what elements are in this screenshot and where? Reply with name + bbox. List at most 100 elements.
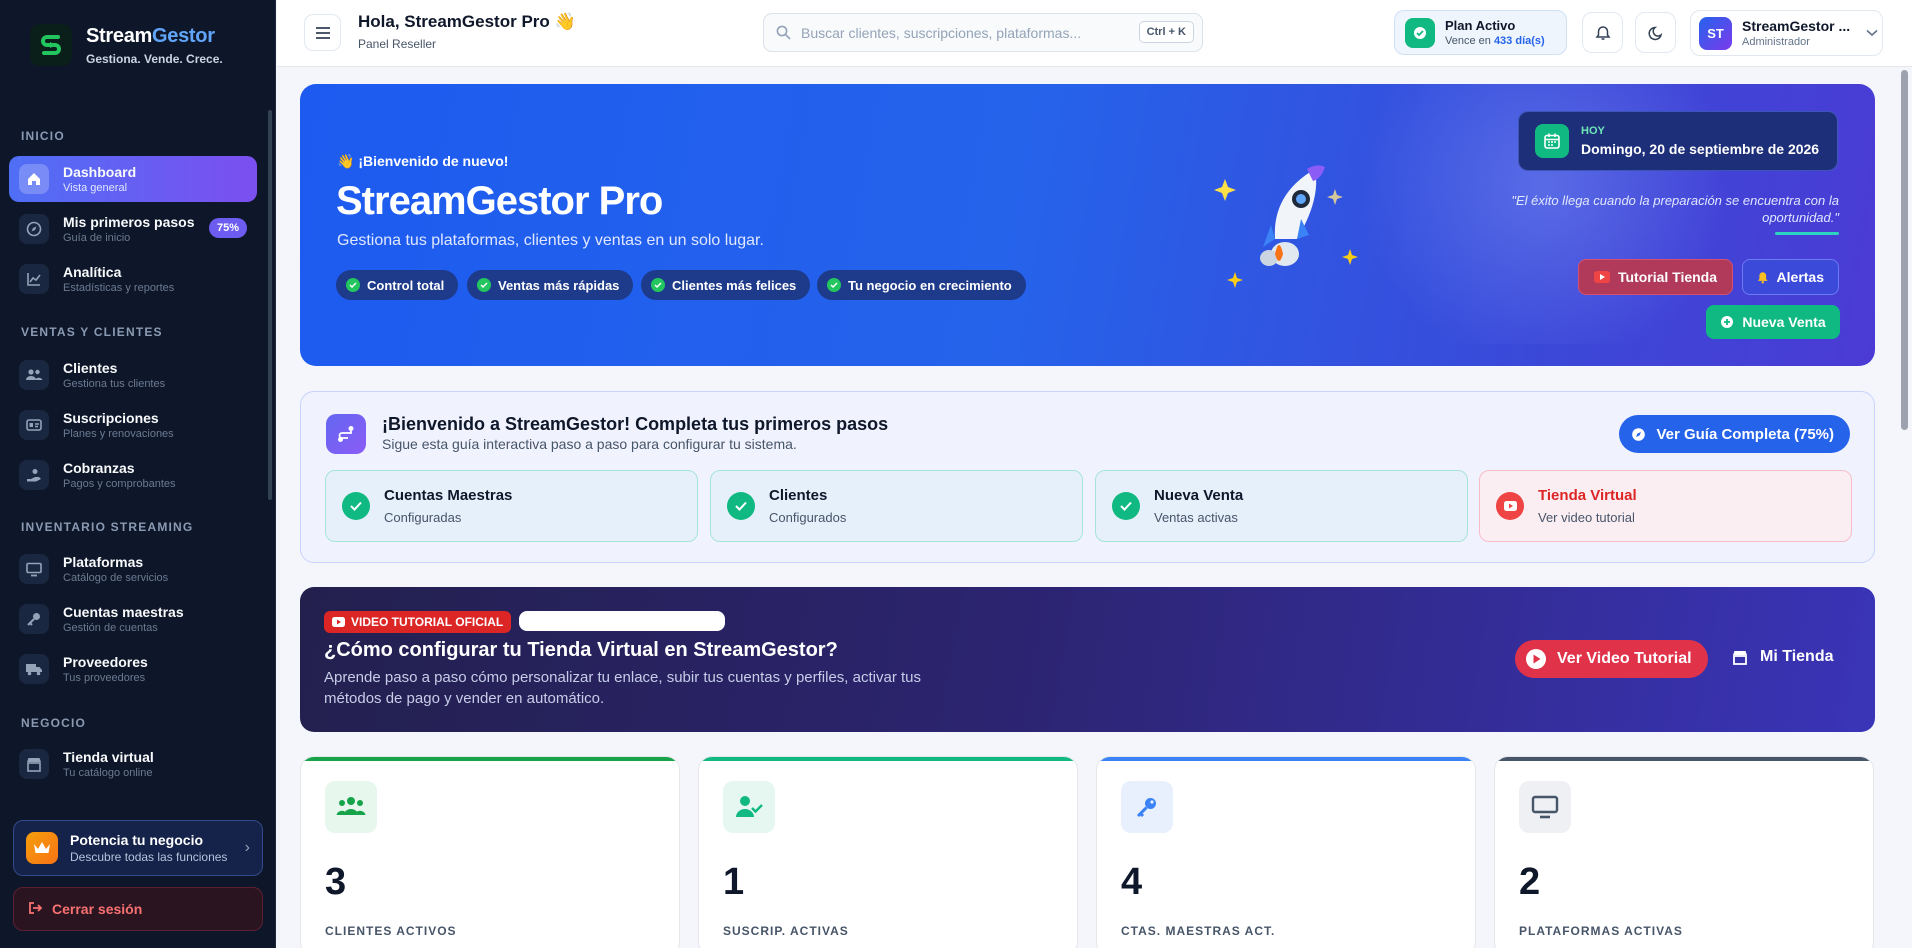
user-role: Administrador — [1742, 36, 1810, 48]
sidebar-item-dashboard[interactable]: Dashboard Vista general — [9, 156, 257, 202]
sidebar-item-label: Analítica — [63, 264, 122, 280]
sidebar-item-sub: Gestión de cuentas — [63, 622, 158, 634]
nav-section-inventario: INVENTARIO STREAMING — [21, 520, 194, 534]
users-icon — [325, 781, 377, 833]
alerts-button[interactable]: Alertas — [1742, 259, 1839, 295]
tutorial-store-button[interactable]: Tutorial Tienda — [1578, 259, 1733, 295]
notifications-button[interactable] — [1582, 12, 1623, 53]
sidebar-item-sub: Catálogo de servicios — [63, 572, 169, 584]
stat-accent-bar — [301, 757, 679, 761]
video-tag-placeholder — [519, 611, 725, 631]
my-store-link[interactable]: Mi Tienda — [1732, 648, 1834, 666]
promo-subtitle: Descubre todas las funciones — [70, 850, 228, 864]
guide-title: ¡Bienvenido a StreamGestor! Completa tus… — [382, 414, 889, 434]
search-box[interactable]: Ctrl + K — [763, 13, 1203, 52]
logout-button[interactable]: Cerrar sesión — [13, 887, 263, 931]
sidebar-item-primeros-pasos[interactable]: Mis primeros pasos Guía de inicio 75% — [9, 206, 257, 252]
step-title: Nueva Venta — [1154, 487, 1244, 504]
guide-step-tienda-virtual[interactable]: Tienda Virtual Ver video tutorial — [1479, 470, 1852, 542]
search-shortcut: Ctrl + K — [1138, 21, 1194, 43]
menu-toggle-button[interactable] — [304, 14, 341, 51]
nav-section-ventas: VENTAS Y CLIENTES — [21, 325, 163, 339]
store-icon — [1733, 650, 1747, 665]
monitor-icon — [1519, 781, 1571, 833]
users-icon — [19, 360, 49, 390]
motivational-quote: "El éxito llega cuando la preparación se… — [1511, 193, 1839, 225]
rocket-illustration — [1214, 165, 1358, 288]
check-icon — [346, 278, 360, 292]
sidebar-item-plataformas[interactable]: Plataformas Catálogo de servicios — [9, 546, 257, 592]
sidebar-item-analitica[interactable]: Analítica Estadísticas y reportes — [9, 256, 257, 302]
step-status: Ver video tutorial — [1538, 510, 1635, 525]
truck-icon — [19, 654, 49, 684]
route-icon — [326, 414, 366, 454]
sidebar-item-suscripciones[interactable]: Suscripciones Planes y renovaciones — [9, 402, 257, 448]
stat-value: 2 — [1519, 861, 1541, 903]
date-value: Domingo, 20 de septiembre de 2026 — [1581, 141, 1820, 157]
check-circle-icon — [1112, 492, 1140, 520]
user-check-icon — [723, 781, 775, 833]
sidebar-item-label: Clientes — [63, 360, 118, 376]
stat-card-plataformas[interactable]: 2 PLATAFORMAS ACTIVAS — [1494, 756, 1874, 948]
stat-label: CTAS. MAESTRAS ACT. — [1121, 924, 1276, 938]
sidebar-item-label: Cuentas maestras — [63, 604, 184, 620]
brand-logo-icon — [30, 24, 72, 66]
crown-icon — [26, 832, 58, 864]
hero-subtitle: Gestiona tus plataformas, clientes y ven… — [337, 232, 764, 249]
hero-welcome: 👋 ¡Bienvenido de nuevo! — [337, 153, 509, 169]
stat-card-suscripciones[interactable]: 1 SUSCRIP. ACTIVAS — [698, 756, 1078, 948]
stat-label: SUSCRIP. ACTIVAS — [723, 924, 849, 938]
user-menu[interactable]: ST StreamGestor ... Administrador — [1690, 10, 1883, 56]
step-status: Configuradas — [384, 510, 462, 525]
home-icon — [19, 164, 49, 194]
full-guide-button[interactable]: Ver Guía Completa (75%) — [1619, 415, 1850, 453]
sidebar-item-cobranzas[interactable]: Cobranzas Pagos y comprobantes — [9, 452, 257, 498]
guide-step-clientes[interactable]: Clientes Configurados — [710, 470, 1083, 542]
sidebar-item-label: Dashboard — [63, 164, 137, 180]
sidebar-item-clientes[interactable]: Clientes Gestiona tus clientes — [9, 352, 257, 398]
stat-accent-bar — [1097, 757, 1475, 761]
sidebar-item-tienda-virtual[interactable]: Tienda virtual Tu catálogo online — [9, 741, 257, 787]
check-icon — [477, 278, 491, 292]
check-icon — [651, 278, 665, 292]
play-circle-icon — [1526, 649, 1546, 669]
sidebar: StreamGestor Gestiona. Vende. Crece. INI… — [0, 0, 276, 948]
watch-video-button[interactable]: Ver Video Tutorial — [1515, 640, 1708, 678]
avatar: ST — [1699, 16, 1732, 50]
monitor-icon — [19, 554, 49, 584]
guide-step-cuentas-maestras[interactable]: Cuentas Maestras Configuradas — [325, 470, 698, 542]
theme-toggle-button[interactable] — [1635, 12, 1676, 53]
youtube-icon — [332, 617, 345, 627]
hand-coin-icon — [19, 460, 49, 490]
new-sale-button[interactable]: Nueva Venta — [1706, 305, 1840, 339]
stat-card-clientes[interactable]: 3 CLIENTES ACTIVOS — [300, 756, 680, 948]
sidebar-item-sub: Tu catálogo online — [63, 767, 153, 779]
sidebar-scrollbar[interactable] — [268, 110, 272, 500]
plan-status[interactable]: Plan Activo Vence en 433 día(s) — [1394, 10, 1567, 55]
promo-card[interactable]: Potencia tu negocio Descubre todas las fu… — [13, 820, 263, 876]
sidebar-item-sub: Vista general — [63, 182, 128, 194]
sidebar-item-sub: Planes y renovaciones — [63, 428, 174, 440]
youtube-icon — [1496, 492, 1524, 520]
sidebar-item-label: Suscripciones — [63, 410, 159, 426]
brand-tagline: Gestiona. Vende. Crece. — [86, 51, 223, 66]
plan-title: Plan Activo — [1445, 18, 1516, 33]
sidebar-item-cuentas-maestras[interactable]: Cuentas maestras Gestión de cuentas — [9, 596, 257, 642]
guide-step-nueva-venta[interactable]: Nueva Venta Ventas activas — [1095, 470, 1468, 542]
search-input[interactable] — [801, 24, 1121, 41]
sidebar-item-sub: Gestiona tus clientes — [63, 378, 166, 390]
stat-value: 3 — [325, 861, 347, 903]
brand[interactable]: StreamGestor Gestiona. Vende. Crece. — [30, 24, 223, 66]
user-name: StreamGestor ... — [1742, 18, 1851, 34]
plan-expiry: Vence en 433 día(s) — [1445, 35, 1545, 47]
sidebar-item-proveedores[interactable]: Proveedores Tus proveedores — [9, 646, 257, 692]
hero-title: StreamGestor Pro — [336, 179, 663, 223]
page-scrollbar[interactable] — [1901, 70, 1908, 430]
compass-icon — [19, 214, 49, 244]
check-icon — [827, 278, 841, 292]
stat-label: PLATAFORMAS ACTIVAS — [1519, 924, 1683, 938]
stat-card-cuentas-maestras[interactable]: 4 CTAS. MAESTRAS ACT. — [1096, 756, 1476, 948]
video-tutorial-banner: VIDEO TUTORIAL OFICIAL ¿Cómo configurar … — [300, 587, 1875, 732]
search-icon — [776, 25, 791, 40]
stat-value: 4 — [1121, 861, 1143, 903]
